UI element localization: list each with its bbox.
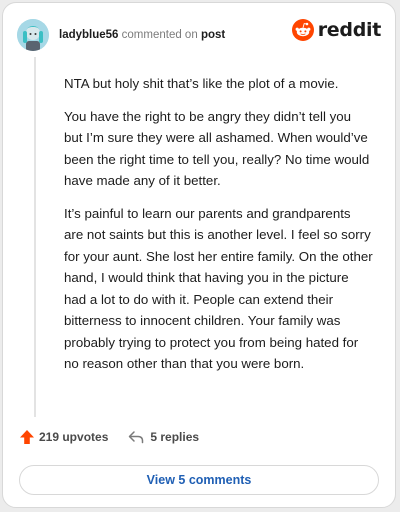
- reddit-snoo-icon: [291, 19, 314, 41]
- comment-body: NTA but holy shit that’s like the plot o…: [64, 73, 373, 386]
- reddit-logo[interactable]: reddit: [291, 19, 382, 41]
- reply-arrow-icon: [129, 431, 144, 444]
- avatar[interactable]: [17, 19, 49, 51]
- upvote-count: 219 upvotes: [39, 430, 109, 444]
- comment-paragraph: It’s painful to learn our parents and gr…: [64, 205, 373, 372]
- upvote-arrow-icon: [20, 430, 34, 444]
- commented-on-text: commented on: [121, 29, 198, 41]
- comment-paragraph: NTA but holy shit that’s like the plot o…: [64, 76, 339, 91]
- thread-line[interactable]: [34, 57, 36, 417]
- reddit-wordmark: reddit: [317, 19, 382, 41]
- comment-header: ladyblue56 commented on post reddit: [17, 17, 381, 53]
- avatar-image: [17, 19, 49, 51]
- username-link[interactable]: ladyblue56: [59, 29, 118, 41]
- upvote-button[interactable]: 219 upvotes: [19, 429, 108, 445]
- comment-paragraph: You have the right to be angry they didn…: [64, 108, 370, 189]
- comment-meta: ladyblue56 commented on post: [59, 29, 225, 41]
- reply-count: 5 replies: [150, 430, 200, 444]
- comment-card: ladyblue56 commented on post reddit NTA …: [2, 2, 396, 508]
- comment-footer: 219 upvotes 5 replies: [19, 429, 199, 445]
- post-link[interactable]: post: [201, 29, 225, 41]
- reply-button[interactable]: 5 replies: [128, 430, 199, 444]
- view-comments-button[interactable]: View 5 comments: [19, 465, 379, 495]
